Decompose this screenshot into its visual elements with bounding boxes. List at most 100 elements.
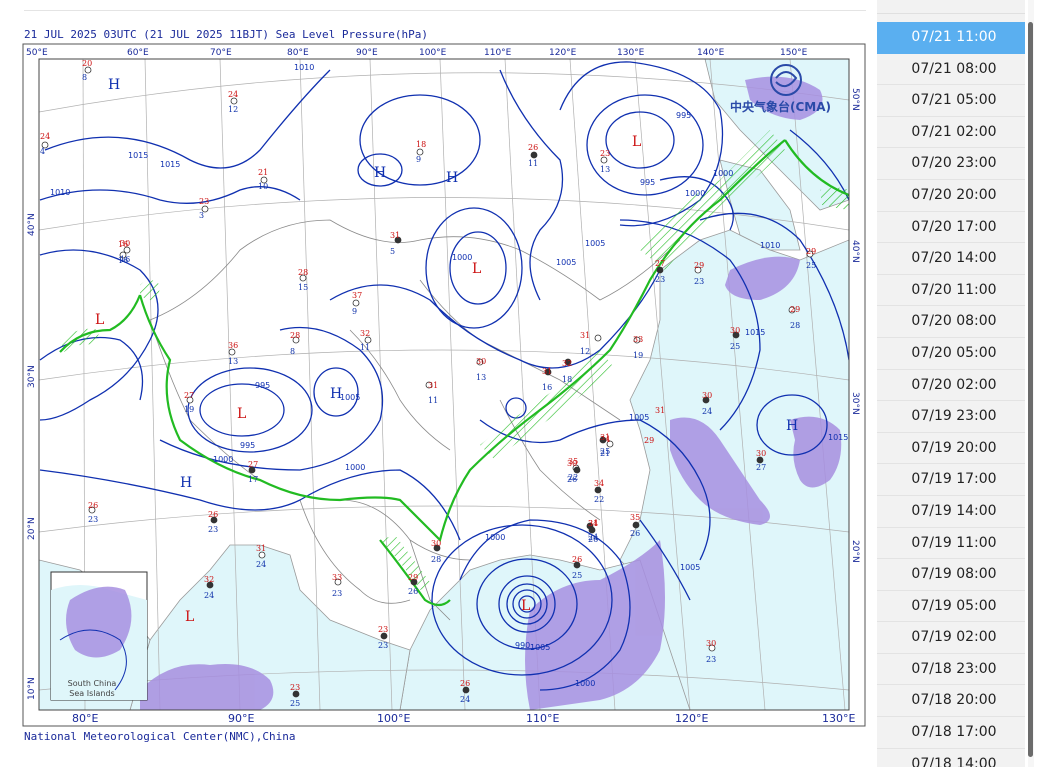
cma-logo-text: 中央气象台(CMA) — [730, 99, 831, 114]
isobar-value: 1015 — [745, 328, 765, 337]
time-item[interactable]: 07/19 20:00 — [877, 433, 1025, 465]
pressure-center-label: H — [786, 418, 798, 434]
time-item[interactable]: 07/21 11:00 — [877, 22, 1025, 54]
time-item[interactable]: 07/21 05:00 — [877, 85, 1025, 117]
time-item[interactable]: 07/19 08:00 — [877, 559, 1025, 591]
svg-text:31: 31 — [542, 367, 552, 376]
svg-text:20: 20 — [82, 59, 92, 68]
svg-text:25: 25 — [730, 342, 740, 351]
time-item[interactable]: 07/19 23:00 — [877, 401, 1025, 433]
svg-text:24: 24 — [702, 407, 712, 416]
time-item[interactable]: 07/19 05:00 — [877, 591, 1025, 623]
time-item[interactable]: 07/20 23:00 — [877, 148, 1025, 180]
svg-text:29: 29 — [806, 247, 816, 256]
svg-text:32: 32 — [204, 575, 214, 584]
time-item[interactable]: 07/18 14:00 — [877, 749, 1025, 767]
svg-text:23: 23 — [88, 515, 98, 524]
svg-text:36: 36 — [228, 341, 238, 350]
svg-text:30: 30 — [702, 391, 712, 400]
weather-map-panel: 21 JUL 2025 03UTC (21 JUL 2025 11BJT) Se… — [0, 0, 870, 767]
svg-text:21: 21 — [258, 168, 268, 177]
svg-text:26: 26 — [208, 510, 218, 519]
svg-text:13: 13 — [600, 165, 610, 174]
isobar-value: 1005 — [340, 393, 360, 402]
svg-text:9: 9 — [352, 307, 357, 316]
time-item[interactable]: 07/20 14:00 — [877, 243, 1025, 275]
time-item[interactable]: 07/19 14:00 — [877, 496, 1025, 528]
time-item[interactable]: 07/19 02:00 — [877, 622, 1025, 654]
lon-label: 90°E — [228, 712, 254, 725]
svg-text:30: 30 — [120, 239, 130, 248]
time-item[interactable]: 07/18 20:00 — [877, 685, 1025, 718]
pressure-center-label: L — [185, 609, 194, 625]
svg-text:27: 27 — [756, 463, 766, 472]
svg-text:30: 30 — [431, 539, 441, 548]
pressure-center-label: H — [108, 77, 120, 93]
svg-text:32: 32 — [360, 329, 370, 338]
time-item[interactable]: 07/20 05:00 — [877, 338, 1025, 370]
isobar-value: 1005 — [680, 563, 700, 572]
lat-label: 10°N — [27, 677, 37, 700]
lat-label: 40°N — [27, 213, 37, 236]
svg-text:8: 8 — [82, 73, 87, 82]
svg-text:31: 31 — [428, 381, 438, 390]
lat-label: 50°N — [850, 88, 860, 111]
svg-text:3: 3 — [199, 211, 204, 220]
svg-text:11: 11 — [528, 159, 538, 168]
svg-text:23: 23 — [706, 655, 716, 664]
svg-text:15: 15 — [298, 283, 308, 292]
svg-text:30: 30 — [567, 459, 577, 468]
inset-precip — [66, 586, 132, 658]
svg-text:25: 25 — [806, 261, 816, 270]
svg-text:29: 29 — [694, 261, 704, 270]
time-item[interactable]: 07/21 02:00 — [877, 117, 1025, 149]
lat-label: 20°N — [27, 517, 37, 540]
svg-text:33: 33 — [332, 573, 342, 582]
svg-text:34: 34 — [594, 479, 604, 488]
pressure-center-label: H — [446, 170, 458, 186]
isobar-value: 1015 — [828, 433, 848, 442]
lon-label: 80°E — [287, 48, 309, 58]
time-item[interactable]: 07/20 20:00 — [877, 180, 1025, 212]
pressure-center-label: L — [632, 134, 641, 150]
svg-text:26: 26 — [88, 501, 98, 510]
svg-text:13: 13 — [228, 357, 238, 366]
sidebar-scrollbar-thumb[interactable] — [1028, 22, 1033, 757]
lat-label: 20°N — [850, 540, 860, 563]
svg-text:28: 28 — [790, 321, 800, 330]
lat-label: 40°N — [850, 240, 860, 263]
time-item[interactable]: 07/19 11:00 — [877, 528, 1025, 560]
svg-text:16: 16 — [120, 255, 130, 264]
time-item[interactable]: 07/18 23:00 — [877, 654, 1025, 686]
isobar-value: 1015 — [128, 151, 148, 160]
lon-label: 80°E — [72, 712, 98, 725]
svg-text:4: 4 — [40, 147, 45, 156]
lon-label: 130°E — [822, 712, 855, 725]
isobar-value: 1000 — [575, 679, 595, 688]
svg-text:27: 27 — [184, 391, 194, 400]
lon-label: 50°E — [26, 48, 48, 58]
time-item[interactable]: 07/20 11:00 — [877, 275, 1025, 307]
time-item[interactable]: 07/20 02:00 — [877, 370, 1025, 402]
pressure-center-label: L — [472, 261, 481, 277]
inset-label-line1: South China — [68, 679, 117, 688]
isobar-value: 1005 — [530, 643, 550, 652]
time-item[interactable]: 07/20 17:00 — [877, 212, 1025, 244]
time-item[interactable]: 07/19 17:00 — [877, 464, 1025, 496]
svg-text:5: 5 — [390, 247, 395, 256]
svg-text:26: 26 — [572, 555, 582, 564]
svg-text:26: 26 — [528, 143, 538, 152]
svg-text:37: 37 — [352, 291, 362, 300]
time-item[interactable]: 07/20 08:00 — [877, 306, 1025, 338]
svg-text:35: 35 — [630, 513, 640, 522]
svg-text:25: 25 — [572, 571, 582, 580]
isobar-value: 1015 — [160, 160, 180, 169]
inset-label-line2: Sea Islands — [69, 689, 114, 698]
time-item[interactable]: 07/18 17:00 — [877, 717, 1025, 749]
isobar-value: 995 — [676, 111, 691, 120]
isobar-value: 1010 — [294, 63, 314, 72]
isobar-value: 1010 — [50, 188, 70, 197]
svg-text:27: 27 — [655, 259, 665, 268]
time-item[interactable]: 07/21 08:00 — [877, 54, 1025, 86]
svg-text:31: 31 — [256, 544, 266, 553]
